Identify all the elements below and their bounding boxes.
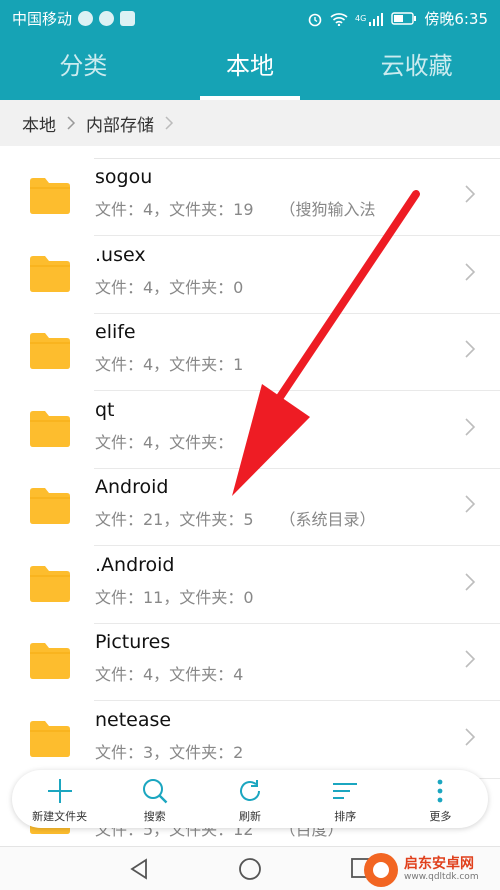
folder-meta: 文件：4，文件夹：0 (95, 274, 269, 298)
notification-app-icon (78, 11, 94, 26)
folder-name: sogou (95, 166, 153, 188)
folder-counts: 文件：4，文件夹：1 (95, 355, 244, 374)
chevron-right-icon (465, 262, 476, 281)
bottom-toolbar: 新建文件夹 搜索 刷新 排序 更多 (12, 770, 488, 828)
sort-button[interactable]: 排序 (298, 770, 393, 828)
chat-bubble-icon (99, 11, 115, 26)
breadcrumb: 本地 内部存储 (0, 100, 500, 146)
folder-icon (30, 643, 70, 679)
chevron-right-icon (465, 572, 476, 591)
folder-counts: 文件：4，文件夹：19 (95, 200, 254, 219)
folder-meta: 文件：3，文件夹：2 (95, 739, 269, 763)
tab-bar: 分类 本地 云收藏 (0, 36, 500, 100)
folder-note: （搜狗输入法 (279, 200, 376, 219)
status-bar: 中国移动 4G 傍晚6:35 (0, 0, 500, 34)
watermark: 启东安卓网 www.qdltdk.com (364, 852, 494, 888)
folder-counts: 文件：3，文件夹：2 (95, 742, 244, 762)
folder-name: Pictures (95, 631, 171, 653)
folder-meta: 文件：4，文件夹：19 （搜狗输入法 (95, 196, 376, 220)
watermark-url: www.qdltdk.com (404, 871, 479, 882)
folder-icon (30, 410, 70, 447)
watermark-logo-icon (364, 853, 398, 887)
tab-cloud-favorites[interactable]: 云收藏 (333, 36, 500, 100)
tab-category[interactable]: 分类 (0, 36, 167, 100)
breadcrumb-local[interactable]: 本地 (22, 111, 56, 136)
folder-counts: 文件：21，文件夹：5 (95, 510, 254, 529)
refresh-label: 刷新 (239, 810, 261, 823)
new-folder-button[interactable]: 新建文件夹 (12, 770, 107, 828)
sort-label: 排序 (334, 810, 357, 823)
folder-meta: 文件：21，文件夹：5 （系统目录） (95, 506, 376, 530)
clock: 傍晚6:35 (424, 10, 488, 28)
tab-label: 本地 (226, 52, 274, 80)
chevron-right-icon (465, 727, 476, 746)
sort-icon (333, 783, 358, 799)
folder-icon (30, 178, 70, 214)
chevron-right-icon (465, 417, 476, 436)
folder-name: .Android (95, 553, 175, 576)
list-item[interactable]: qt 文件：4，文件夹： (0, 391, 500, 469)
folder-counts: 文件：11，文件夹：0 (95, 587, 254, 607)
chevron-right-icon (66, 115, 76, 131)
alarm-icon (308, 13, 322, 26)
folder-name: netease (95, 708, 172, 731)
breadcrumb-internal-storage[interactable]: 内部存储 (86, 111, 154, 136)
app-header: 中国移动 4G 傍晚6:35 分类 本地 云收藏 (0, 0, 500, 100)
folder-counts: 文件：4，文件夹：4 (95, 665, 244, 684)
list-item[interactable]: sogou 文件：4，文件夹：19 （搜狗输入法 (0, 158, 500, 236)
refresh-icon (240, 780, 260, 801)
list-item[interactable]: .Android 文件：11，文件夹：0 (0, 546, 500, 624)
tab-label: 云收藏 (380, 52, 453, 80)
folder-list: sogou 文件：4，文件夹：19 （搜狗输入法 .usex 文件：4，文件夹：0 eli… (0, 146, 500, 846)
battery-icon (391, 12, 417, 25)
folder-icon (30, 565, 70, 602)
chevron-right-icon (465, 340, 476, 358)
folder-name: .usex (95, 243, 146, 266)
search-button[interactable]: 搜索 (107, 770, 202, 828)
search-label: 搜索 (143, 810, 166, 823)
watermark-brand: 启东安卓网 (404, 856, 474, 873)
image-notification-icon (120, 11, 136, 26)
signal-icon (369, 12, 384, 26)
folder-meta: 文件：4，文件夹： (95, 429, 259, 453)
network-type: 4G (355, 14, 367, 23)
folder-counts: 文件：4，文件夹：0 (95, 277, 244, 297)
list-item[interactable]: .usex 文件：4，文件夹：0 (0, 236, 500, 314)
chevron-right-icon (465, 650, 476, 668)
chevron-right-icon (465, 495, 476, 513)
folder-name: Android (95, 476, 169, 498)
folder-icon (30, 720, 70, 757)
folder-counts: 文件：4，文件夹： (95, 432, 234, 452)
folder-meta: 文件：4，文件夹：4 (95, 661, 269, 685)
list-item[interactable]: elife 文件：4，文件夹：1 (0, 313, 500, 391)
tab-local[interactable]: 本地 (167, 36, 334, 100)
wifi-icon (330, 12, 348, 26)
folder-meta: 文件：11，文件夹：0 (95, 584, 280, 608)
tab-label: 分类 (59, 52, 108, 80)
folder-name: qt (95, 398, 115, 421)
more-button[interactable]: 更多 (393, 770, 488, 828)
folder-note: （系统目录） (279, 510, 376, 529)
folder-icon (30, 488, 70, 524)
list-item[interactable]: Android 文件：21，文件夹：5 （系统目录） (0, 468, 500, 546)
list-item[interactable]: Pictures 文件：4，文件夹：4 (0, 623, 500, 701)
folder-icon (30, 255, 70, 292)
list-item[interactable]: netease 文件：3，文件夹：2 (0, 701, 500, 779)
chevron-right-icon (164, 115, 174, 131)
carrier-label: 中国移动 (12, 10, 73, 28)
new-folder-label: 新建文件夹 (32, 810, 88, 823)
more-label: 更多 (429, 810, 452, 823)
folder-name: elife (95, 321, 136, 343)
search-icon (142, 779, 168, 804)
folder-meta: 文件：4，文件夹：1 (95, 351, 269, 375)
back-triangle-icon[interactable] (128, 857, 150, 881)
refresh-button[interactable]: 刷新 (202, 770, 297, 828)
plus-icon (47, 779, 72, 803)
chevron-right-icon (465, 185, 476, 203)
more-vertical-icon (438, 779, 443, 803)
home-circle-icon[interactable] (238, 857, 262, 881)
folder-icon (30, 333, 70, 369)
